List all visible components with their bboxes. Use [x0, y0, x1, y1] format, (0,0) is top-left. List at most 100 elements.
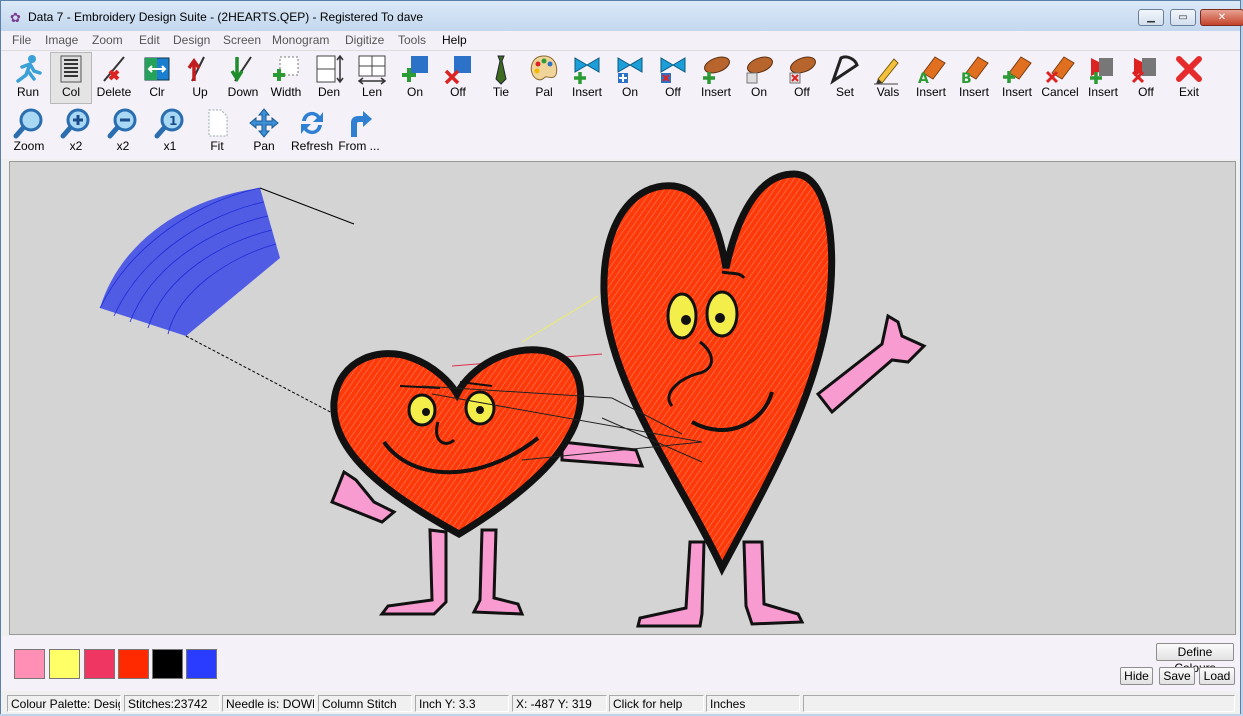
bobbin-off-button[interactable]: Off	[781, 53, 823, 99]
status-bar: Colour Palette: Design Stitches:23742 Ne…	[1, 693, 1240, 714]
bow-insert-button[interactable]: Insert	[566, 53, 608, 99]
zoom-in-icon	[60, 108, 90, 139]
bow-off-label: Off	[665, 85, 681, 99]
minimize-icon: ▁	[1147, 12, 1155, 23]
maximize-icon: ▭	[1178, 12, 1188, 23]
on-button[interactable]: On	[394, 53, 436, 99]
cancel-button[interactable]: Cancel	[1039, 53, 1081, 99]
pan-arrows-icon	[249, 108, 279, 138]
menu-bar: File Image Zoom Edit Design Screen Monog…	[1, 31, 1240, 51]
svg-text:A: A	[918, 71, 929, 85]
palette-swatch-1[interactable]	[14, 649, 45, 679]
palette-swatch-3[interactable]	[84, 649, 115, 679]
vals-label: Vals	[876, 85, 900, 99]
len-button[interactable]: Len	[351, 53, 393, 99]
hide-button[interactable]: Hide	[1120, 667, 1153, 685]
bobbin-off-label: Off	[794, 85, 810, 99]
maximize-button[interactable]: ▭	[1170, 9, 1196, 26]
zoom-button[interactable]: Zoom	[8, 107, 50, 153]
up-button[interactable]: Up	[179, 53, 221, 99]
density-icon	[316, 54, 344, 84]
close-button[interactable]: ✕	[1200, 9, 1243, 26]
zoom-in-button[interactable]: x2	[55, 107, 97, 153]
zoom-one-button[interactable]: 1 x1	[149, 107, 191, 153]
stop-insert-button[interactable]: Insert	[1082, 53, 1124, 99]
refresh-button[interactable]: Refresh	[291, 107, 333, 153]
menu-help[interactable]: Help	[442, 33, 467, 47]
window-title: Data 7 - Embroidery Design Suite - (2HEA…	[28, 10, 424, 24]
insert-b-label: Insert	[958, 85, 989, 99]
den-button[interactable]: Den	[308, 53, 350, 99]
stop-off-button[interactable]: Off	[1125, 53, 1167, 99]
den-label: Den	[317, 85, 340, 99]
tie-label: Tie	[492, 85, 510, 99]
refresh-icon	[301, 111, 323, 135]
bow-off-button[interactable]: Off	[652, 53, 694, 99]
insert-plus-button[interactable]: Insert	[996, 53, 1038, 99]
palette-swatch-6[interactable]	[186, 649, 217, 679]
menu-screen[interactable]: Screen	[223, 33, 261, 47]
zoom-out-icon	[107, 108, 137, 139]
menu-edit[interactable]: Edit	[139, 33, 160, 47]
bow-on-button[interactable]: On	[609, 53, 651, 99]
run-button[interactable]: Run	[7, 53, 49, 99]
insert-plus-label: Insert	[1001, 85, 1032, 99]
set-button[interactable]: Set	[824, 53, 866, 99]
menu-tools[interactable]: Tools	[398, 33, 426, 47]
clr-button[interactable]: Clr	[136, 53, 178, 99]
eraser-a-icon: A	[918, 56, 946, 85]
bobbin-on-button[interactable]: On	[738, 53, 780, 99]
palette-swatch-5[interactable]	[152, 649, 183, 679]
insert-b-button[interactable]: B Insert	[953, 53, 995, 99]
run-label: Run	[16, 85, 39, 99]
off-label: Off	[450, 85, 466, 99]
define-colours-button[interactable]: Define Colours	[1156, 643, 1234, 675]
close-icon: ✕	[1217, 12, 1227, 23]
from-button[interactable]: From ...	[338, 107, 380, 153]
palette-swatch-2[interactable]	[49, 649, 80, 679]
menu-image[interactable]: Image	[45, 33, 78, 47]
status-palette: Colour Palette: Design	[7, 695, 121, 712]
bobbin-insert-label: Insert	[700, 85, 731, 99]
clr-label: Clr	[149, 85, 165, 99]
svg-text:B: B	[961, 71, 972, 85]
up-label: Up	[192, 85, 208, 99]
width-button[interactable]: Width	[265, 53, 307, 99]
minimize-button[interactable]: ▁	[1138, 9, 1164, 26]
vals-button[interactable]: Vals	[867, 53, 909, 99]
menu-file[interactable]: File	[12, 33, 31, 47]
exit-button[interactable]: Exit	[1168, 53, 1210, 99]
pan-button[interactable]: Pan	[243, 107, 285, 153]
zoom-one-label: x1	[163, 139, 177, 153]
palette-swatch-4[interactable]	[118, 649, 149, 679]
save-button[interactable]: Save	[1159, 667, 1195, 685]
design-canvas[interactable]	[9, 161, 1236, 635]
pan-label: Pan	[253, 139, 275, 153]
pal-button[interactable]: Pal	[523, 53, 565, 99]
menu-monogram[interactable]: Monogram	[272, 33, 329, 47]
embroidery-design	[99, 170, 927, 628]
cancel-label: Cancel	[1041, 85, 1079, 99]
fit-button[interactable]: Fit	[196, 107, 238, 153]
menu-zoom[interactable]: Zoom	[92, 33, 123, 47]
menu-digitize[interactable]: Digitize	[345, 33, 384, 47]
stop-off-label: Off	[1138, 85, 1154, 99]
off-button[interactable]: Off	[437, 53, 479, 99]
zoom-out-button[interactable]: x2	[102, 107, 144, 153]
color-change-icon	[144, 57, 170, 81]
bobbin-insert-icon	[703, 56, 730, 84]
load-button[interactable]: Load	[1199, 667, 1235, 685]
status-help[interactable]: Click for help	[609, 695, 704, 712]
title-bar[interactable]: ✿ Data 7 - Embroidery Design Suite - (2H…	[1, 1, 1243, 31]
insert-a-button[interactable]: A Insert	[910, 53, 952, 99]
delete-button[interactable]: Delete	[93, 53, 135, 99]
down-button[interactable]: Down	[222, 53, 264, 99]
bow-insert-label: Insert	[571, 85, 602, 99]
col-button[interactable]: Col	[50, 52, 92, 104]
bow-on-label: On	[621, 85, 638, 99]
bobbin-insert-button[interactable]: Insert	[695, 53, 737, 99]
menu-design[interactable]: Design	[173, 33, 210, 47]
minus-square-icon	[444, 56, 471, 85]
status-stitch-type: Column Stitch	[318, 695, 412, 712]
tie-button[interactable]: Tie	[480, 53, 522, 99]
